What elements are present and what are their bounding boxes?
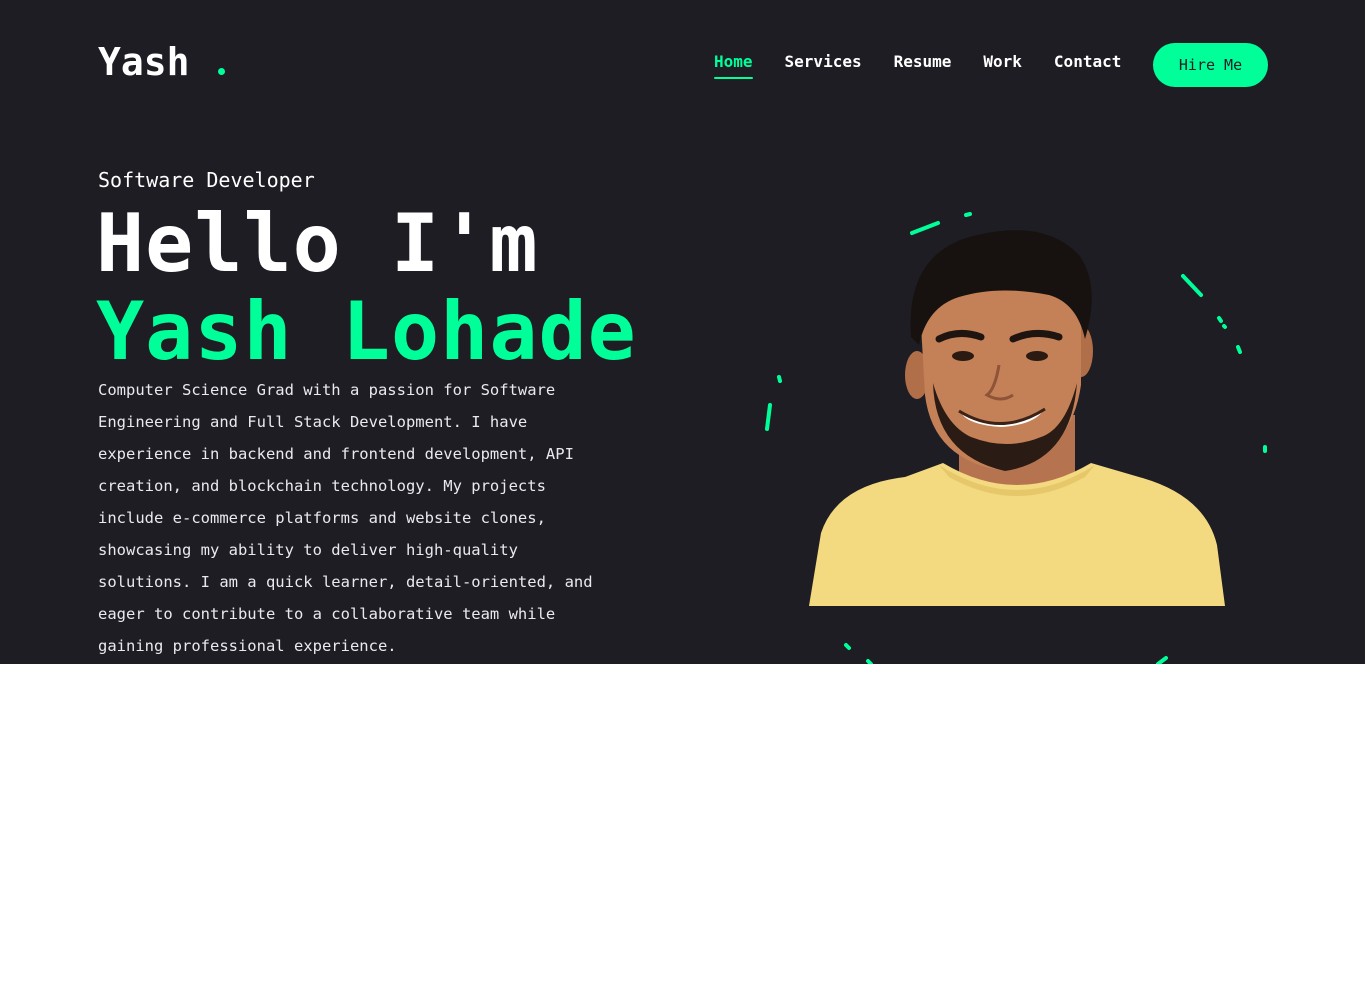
profile-photo-area bbox=[760, 205, 1280, 664]
nav-contact[interactable]: Contact bbox=[1054, 52, 1121, 79]
hire-me-button[interactable]: Hire Me bbox=[1153, 43, 1268, 87]
greeting-heading: Hello I'm bbox=[96, 197, 539, 290]
hero-section: Yash Home Services Resume Work Contact H… bbox=[0, 0, 1365, 664]
nav-services[interactable]: Services bbox=[785, 52, 862, 79]
nav-work[interactable]: Work bbox=[983, 52, 1022, 79]
logo-text: Yash bbox=[98, 40, 190, 84]
bio-paragraph: Computer Science Grad with a passion for… bbox=[98, 381, 593, 655]
nav-home[interactable]: Home bbox=[714, 52, 753, 79]
name-heading: Yash Lohade bbox=[96, 285, 637, 378]
role-title: Software Developer bbox=[98, 168, 315, 192]
nav-resume[interactable]: Resume bbox=[894, 52, 952, 79]
logo-dot-icon bbox=[217, 68, 225, 75]
site-logo[interactable]: Yash bbox=[98, 40, 225, 84]
main-nav: Home Services Resume Work Contact bbox=[714, 52, 1153, 79]
profile-photo bbox=[809, 230, 1225, 606]
